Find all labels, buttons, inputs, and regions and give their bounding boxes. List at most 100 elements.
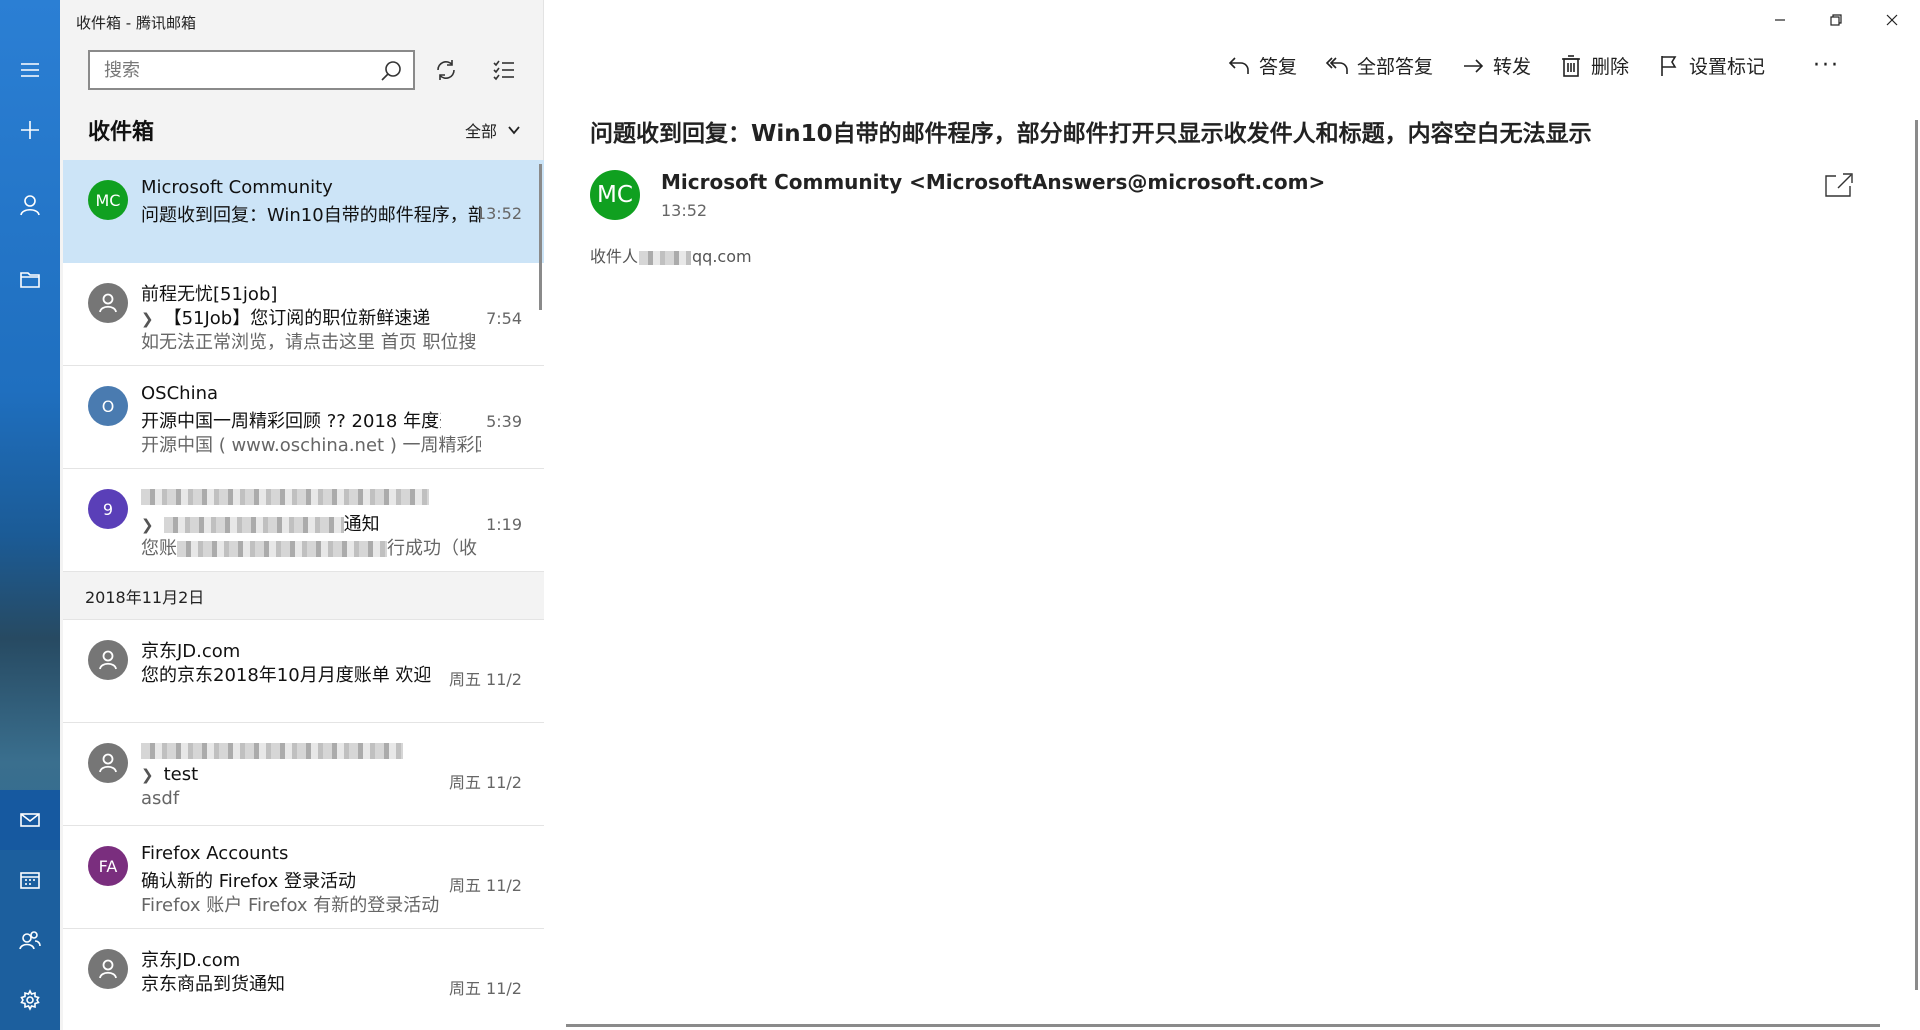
sync-button[interactable]: [426, 52, 466, 88]
folder-icon: [20, 272, 40, 288]
delete-button[interactable]: 删除: [1559, 52, 1629, 79]
mail-preview-left: 您账: [141, 538, 177, 559]
close-button[interactable]: [1864, 0, 1920, 40]
folder-title: 收件箱: [88, 120, 155, 145]
mail-time: 周五 11/2: [448, 773, 522, 792]
list-item[interactable]: 前程无忧[51job] ❯ 【51Job】您订阅的职位新鲜速递 如无法正常浏览，请…: [63, 263, 544, 366]
reply-label: 答复: [1258, 56, 1297, 78]
mail-preview-right: 行成功（收: [387, 538, 477, 559]
avatar: [88, 743, 128, 783]
people-icon: [19, 931, 41, 950]
folders-button[interactable]: [0, 250, 60, 310]
mail-sender: Firefox Accounts: [141, 843, 289, 864]
redacted-block: [163, 517, 344, 533]
list-scrollbar[interactable]: [539, 164, 542, 310]
hamburger-menu-button[interactable]: [0, 40, 60, 100]
list-item[interactable]: FA Firefox Accounts 确认新的 Firefox 登录活动 Fi…: [63, 826, 544, 929]
mail-subject: test: [163, 764, 199, 785]
open-in-new-window-button[interactable]: [1824, 172, 1854, 202]
list-item[interactable]: O OSChina 开源中国一周精彩回顾 ?? 2018 年度开源 开源中国 (…: [63, 366, 544, 469]
mail-preview: 开源中国 ( www.oschina.net ) 一周精彩回: [141, 435, 481, 456]
account-icon: [20, 195, 40, 216]
people-app-button[interactable]: [0, 910, 60, 970]
redacted-block: [177, 541, 387, 557]
mail-sender: OSChina: [141, 383, 219, 404]
filter-dropdown[interactable]: 全部: [465, 118, 521, 142]
delete-label: 删除: [1590, 56, 1629, 78]
avatar: [88, 283, 128, 323]
mail-subject: 您的京东2018年10月月度账单 欢迎: [141, 665, 432, 686]
command-bar: 答复 全部答复 转发 删除 设置标记 ···: [1227, 52, 1840, 79]
list-item[interactable]: 9 ❯ 通知 您账 行成功（收 1:19: [63, 469, 544, 572]
filter-label: 全部: [464, 122, 497, 141]
person-icon: [99, 959, 117, 979]
reply-icon: [1228, 56, 1249, 74]
message-subject: 问题收到回复：Win10自带的邮件程序，部分邮件打开只显示收发件人和标题，内容空…: [590, 121, 1592, 147]
new-mail-icon: [21, 121, 39, 139]
search-input[interactable]: [104, 59, 364, 81]
minimize-button[interactable]: [1752, 0, 1808, 40]
person-icon: [99, 650, 117, 670]
mail-time: 7:54: [486, 309, 522, 328]
avatar: 9: [88, 489, 128, 529]
mail-preview: asdf: [141, 788, 180, 809]
mail-time: 周五 11/2: [448, 876, 522, 895]
avatar: FA: [88, 846, 128, 886]
sender-address[interactable]: Microsoft Community <MicrosoftAnswers@mi…: [661, 170, 1325, 194]
restore-button[interactable]: [1808, 0, 1864, 40]
reply-all-button[interactable]: 全部答复: [1325, 52, 1433, 79]
mail-preview-row: 您账 行成功（收: [141, 534, 481, 560]
mail-subject-row: ❯ 【51Job】您订阅的职位新鲜速递: [141, 304, 441, 330]
more-options-button[interactable]: ···: [1813, 53, 1840, 78]
mail-subject: 通知: [343, 514, 380, 535]
sent-time: 13:52: [661, 201, 708, 220]
forward-icon: [1463, 58, 1484, 73]
redacted-block: [639, 250, 692, 265]
accounts-button[interactable]: [0, 175, 60, 235]
reading-vertical-scrollbar[interactable]: [1915, 120, 1918, 990]
search-box[interactable]: [88, 50, 415, 90]
list-item[interactable]: 京东JD.com 京东商品到货通知 周五 11/2: [63, 929, 544, 1030]
chevron-right-icon: ❯: [141, 766, 154, 784]
search-button[interactable]: [379, 59, 403, 87]
checklist-icon: [493, 60, 514, 81]
mail-subject-row: ❯ 通知: [141, 510, 441, 536]
window-title: 收件箱 - 腾讯邮箱: [76, 14, 196, 32]
flag-label: 设置标记: [1689, 56, 1766, 78]
calendar-icon: [20, 872, 40, 889]
mail-sender: Microsoft Community: [141, 177, 333, 198]
calendar-app-button[interactable]: [0, 850, 60, 910]
list-item[interactable]: MC Microsoft Community 问题收到回复：Win10自带的邮件…: [63, 160, 544, 263]
chevron-right-icon: ❯: [141, 516, 154, 534]
mail-time: 周五 11/2: [448, 670, 522, 689]
avatar: [88, 640, 128, 680]
list-item[interactable]: 京东JD.com 您的京东2018年10月月度账单 欢迎 周五 11/2: [63, 620, 544, 723]
mail-app-button[interactable]: [0, 790, 60, 850]
restore-icon: [1830, 14, 1842, 26]
reply-button[interactable]: 答复: [1227, 52, 1297, 79]
mail-subject: 确认新的 Firefox 登录活动: [141, 871, 357, 892]
mail-sender: 京东JD.com: [141, 950, 241, 971]
reading-horizontal-scrollbar[interactable]: [566, 1024, 1880, 1027]
minimize-icon: [1775, 19, 1785, 21]
mail-subject: 京东商品到货通知: [141, 974, 285, 995]
flag-button[interactable]: 设置标记: [1657, 52, 1765, 79]
mail-sender: 京东JD.com: [141, 641, 241, 662]
mail-sender: 前程无忧[51job]: [141, 284, 278, 305]
selection-mode-button[interactable]: [484, 52, 524, 88]
mail-sender-redacted: [141, 740, 403, 761]
forward-button[interactable]: 转发: [1461, 52, 1531, 79]
mail-sender-redacted: [141, 486, 429, 507]
list-item[interactable]: ❯ test asdf 周五 11/2: [63, 723, 544, 826]
settings-button[interactable]: [0, 970, 60, 1030]
mail-time: 13:52: [475, 204, 522, 223]
new-mail-button[interactable]: [0, 100, 60, 160]
recipient-address[interactable]: qq.com: [692, 247, 752, 266]
person-icon: [99, 293, 117, 313]
sync-icon: [437, 60, 455, 80]
flag-icon: [1661, 55, 1677, 76]
date-group-header: 2018年11月2日: [63, 572, 544, 620]
close-icon: [1886, 14, 1898, 26]
mail-subject: 问题收到回复：Win10自带的邮件程序，部分: [141, 205, 481, 226]
mail-subject: 开源中国一周精彩回顾 ?? 2018 年度开源: [141, 411, 441, 432]
